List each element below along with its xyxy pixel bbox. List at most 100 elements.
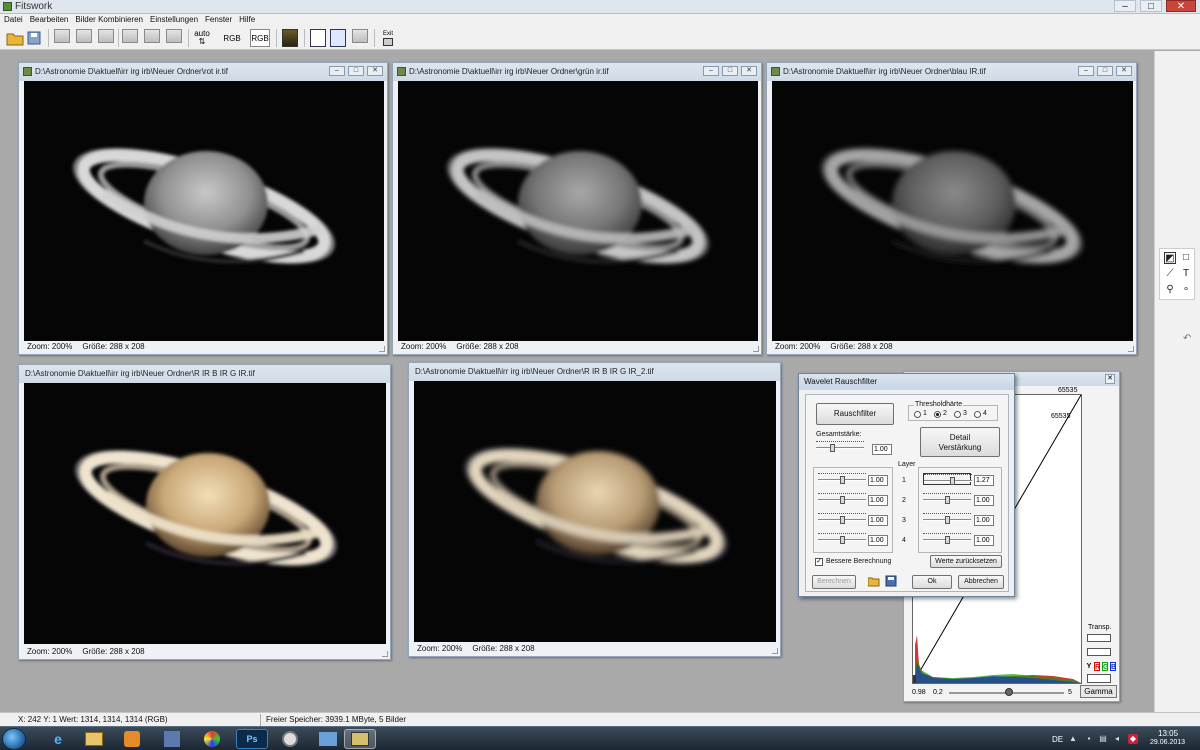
- detail-layer-3-slider[interactable]: [923, 513, 971, 525]
- undo-icon[interactable]: ↶: [1183, 333, 1191, 344]
- image-viewer-icon[interactable]: [156, 729, 188, 749]
- photoshop-icon[interactable]: Ps: [236, 729, 268, 749]
- rgb-button-1[interactable]: RGB: [222, 29, 242, 47]
- resize-grip[interactable]: [379, 346, 385, 352]
- tray-arrow-icon[interactable]: ▲: [1068, 734, 1078, 744]
- maximize-button[interactable]: □: [722, 66, 738, 76]
- menu-bearbeiten[interactable]: Bearbeiten: [26, 14, 72, 26]
- ok-button[interactable]: Ok: [912, 575, 952, 589]
- clock-date[interactable]: 29.06.2013: [1150, 739, 1185, 746]
- gamma-button[interactable]: Gamma: [1080, 685, 1117, 698]
- detail-layer-4-input[interactable]: 1.00: [974, 535, 994, 546]
- open-folder-icon[interactable]: [867, 575, 880, 587]
- ie-icon[interactable]: e: [42, 729, 74, 749]
- rauschfilter-button[interactable]: Rauschfilter: [816, 403, 894, 425]
- close-button[interactable]: ✕: [1166, 0, 1196, 12]
- eyedropper-icon[interactable]: ⟋: [1164, 268, 1176, 280]
- paint-icon[interactable]: [196, 729, 228, 749]
- image-window-green-ir[interactable]: D:\Astronomie D\aktuell\irr irg irb\Neue…: [392, 62, 762, 355]
- copy-icon[interactable]: [122, 29, 138, 43]
- tray-antivirus-icon[interactable]: ◆: [1128, 734, 1138, 744]
- maximize-button[interactable]: □: [1140, 0, 1162, 12]
- image-window-rgb-ir[interactable]: D:\Astronomie D\aktuell\irr irg irb\Neue…: [18, 364, 391, 660]
- threshold-radio-3[interactable]: [954, 411, 961, 418]
- wavelet-dialog[interactable]: Wavelet Rauschfilter Rauschfilter Thresh…: [798, 373, 1015, 597]
- maximize-button[interactable]: □: [348, 66, 364, 76]
- channel-y[interactable]: Y: [1086, 662, 1092, 671]
- fitswork-task-icon[interactable]: [344, 729, 376, 749]
- duplicate-icon[interactable]: [166, 29, 182, 43]
- media-player-icon[interactable]: [116, 729, 148, 749]
- channel-b[interactable]: B: [1110, 662, 1116, 671]
- stack-icon[interactable]: [98, 29, 114, 43]
- window-icon[interactable]: [310, 29, 326, 47]
- gamma-slider-thumb[interactable]: [1004, 688, 1013, 696]
- close-button[interactable]: ✕: [741, 66, 757, 76]
- auto-stretch-button[interactable]: auto ⇅: [192, 29, 212, 47]
- channel-r[interactable]: R: [1094, 662, 1100, 671]
- language-indicator[interactable]: DE: [1052, 735, 1063, 744]
- stamp-tool-icon[interactable]: ⚲: [1164, 284, 1176, 296]
- minimize-button[interactable]: –: [329, 66, 345, 76]
- exit-button[interactable]: Exit: [380, 29, 396, 47]
- minimize-button[interactable]: –: [1114, 0, 1136, 12]
- clock-time[interactable]: 13:05: [1158, 729, 1178, 738]
- detail-verstaerkung-button[interactable]: Detail Verstärkung: [920, 427, 1000, 457]
- open-folder-icon[interactable]: [6, 29, 24, 47]
- image-window-red-ir[interactable]: D:\Astronomie D\aktuell\irr irg irb\Neue…: [18, 62, 388, 355]
- save-icon[interactable]: [26, 29, 42, 47]
- detail-layer-3-input[interactable]: 1.00: [974, 515, 994, 526]
- resize-grip[interactable]: [382, 651, 388, 657]
- menu-datei[interactable]: Datei: [0, 14, 26, 26]
- minimize-button[interactable]: –: [1078, 66, 1094, 76]
- gesamtstaerke-slider[interactable]: [816, 441, 864, 453]
- curve-icon[interactable]: [1087, 674, 1111, 683]
- noise-layer-1-slider[interactable]: [818, 473, 866, 485]
- image-canvas[interactable]: [24, 383, 386, 644]
- detail-layer-1-slider[interactable]: [923, 473, 972, 485]
- resize-grip[interactable]: [753, 346, 759, 352]
- detail-layer-4-slider[interactable]: [923, 533, 971, 545]
- image-window-rgb-ir-2[interactable]: D:\Astronomie D\aktuell\irr irg irb\Neue…: [408, 362, 781, 657]
- tray-device-icon[interactable]: ▪: [1084, 734, 1094, 744]
- noise-layer-1-input[interactable]: 1.00: [868, 475, 888, 486]
- histogram-icon[interactable]: [330, 29, 346, 47]
- noise-layer-4-input[interactable]: 1.00: [868, 535, 888, 546]
- menu-einstellungen[interactable]: Einstellungen: [146, 14, 201, 26]
- gesamtstaerke-input[interactable]: 1.00: [872, 444, 892, 455]
- combine-icon[interactable]: [54, 29, 70, 43]
- barcode-icon[interactable]: [1087, 648, 1111, 656]
- detail-layer-2-slider[interactable]: [923, 493, 971, 505]
- menu-bilder-kombinieren[interactable]: Bilder Kombinieren: [71, 14, 146, 26]
- tile-windows-icon[interactable]: [352, 29, 368, 43]
- image-window-blue-ir[interactable]: D:\Astronomie D\aktuell\irr irg irb\Neue…: [766, 62, 1137, 355]
- image-icon[interactable]: [282, 29, 298, 47]
- noise-layer-3-input[interactable]: 1.00: [868, 515, 888, 526]
- align-icon[interactable]: [76, 29, 92, 43]
- detail-layer-1-input[interactable]: 1.27: [974, 475, 994, 486]
- rectangle-tool-icon[interactable]: □: [1180, 252, 1192, 264]
- noise-layer-3-slider[interactable]: [818, 513, 866, 525]
- stacker-icon[interactable]: [312, 729, 344, 749]
- tray-network-icon[interactable]: ▤: [1098, 734, 1108, 744]
- point-tool-icon[interactable]: ∘: [1180, 284, 1192, 296]
- image-canvas[interactable]: [772, 81, 1133, 341]
- picture-tool-icon[interactable]: ◩: [1164, 252, 1176, 264]
- explorer-icon[interactable]: [78, 729, 110, 749]
- save-icon[interactable]: [885, 575, 897, 587]
- bessere-berechnung-checkbox[interactable]: ✓: [815, 558, 823, 566]
- image-canvas[interactable]: [398, 81, 758, 341]
- cancel-button[interactable]: Abbrechen: [958, 575, 1004, 589]
- noise-layer-2-input[interactable]: 1.00: [868, 495, 888, 506]
- width-icon[interactable]: [1087, 634, 1111, 642]
- threshold-radio-2[interactable]: [934, 411, 941, 418]
- paste-icon[interactable]: [144, 29, 160, 43]
- rgb-button-2[interactable]: RGB: [250, 29, 270, 47]
- close-button[interactable]: ✕: [1116, 66, 1132, 76]
- image-canvas[interactable]: [414, 381, 776, 642]
- channel-g[interactable]: G: [1102, 662, 1108, 671]
- berechnen-button[interactable]: Berechnen: [812, 575, 856, 589]
- detail-layer-2-input[interactable]: 1.00: [974, 495, 994, 506]
- start-button[interactable]: [2, 728, 26, 750]
- menu-fenster[interactable]: Fenster: [201, 14, 235, 26]
